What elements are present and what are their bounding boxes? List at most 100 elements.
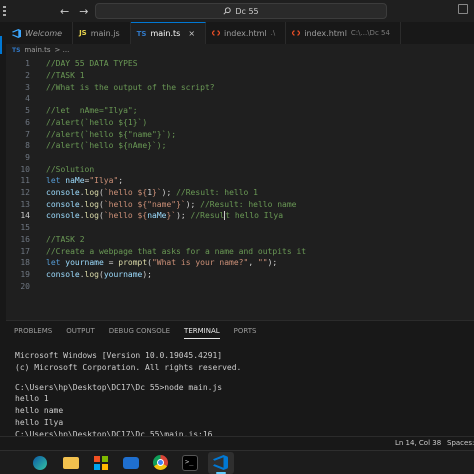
code-editor[interactable]: 1 //DAY 55 DATA TYPES 2 //TASK 1 3 //What is … [6, 56, 474, 320]
code-line[interactable]: 3 //What is the output of the script? [6, 81, 474, 93]
code-text: console.log(`hello ${naMe}`); //Result h… [46, 211, 283, 221]
terminal-line: hello 1 [15, 394, 49, 404]
code-text: console.log(`hello ${1}`); //Result: hel… [46, 188, 258, 197]
line-number: 8 [25, 141, 30, 151]
code-line[interactable]: 17 //Create a webpage that asks for a nam… [6, 245, 474, 257]
tab-problems[interactable]: PROBLEMS [14, 327, 52, 339]
tab-welcome[interactable]: Welcome [6, 22, 74, 44]
code-text: //What is the output of the script? [46, 83, 215, 92]
file-explorer-icon[interactable] [63, 457, 79, 469]
tab-terminal[interactable]: TERMINAL [184, 327, 220, 339]
tab-label: main.js [90, 28, 120, 38]
tab-main-js[interactable]: JS main.js [73, 22, 131, 44]
ts-file-icon: TS [136, 29, 147, 38]
code-token: log [84, 188, 99, 198]
code-token: naMe [147, 211, 167, 221]
menu-button[interactable] [0, 0, 46, 22]
status-bar: Ln 14, Col 38 Spaces: [0, 436, 474, 450]
tab-index-html-dc54[interactable]: index.html C:\...\Dc 54 [286, 22, 401, 44]
code-line[interactable]: 4 [6, 93, 474, 105]
code-text: //TASK 2 [46, 235, 85, 244]
menu-icon [3, 6, 6, 16]
code-token: }` [166, 211, 177, 221]
toggle-sidebar-icon[interactable] [458, 4, 468, 14]
html-file-icon [212, 30, 221, 36]
js-file-icon: JS [79, 29, 87, 37]
code-line[interactable]: 9 [6, 152, 474, 164]
code-line[interactable]: 15 [6, 222, 474, 234]
code-token: "Ilya" [89, 176, 119, 186]
tab-debug-console[interactable]: DEBUG CONSOLE [109, 327, 170, 339]
terminal-output[interactable]: Microsoft Windows [Version 10.0.19045.42… [15, 351, 241, 442]
code-line[interactable]: 5 //let nAme="Ilya"; [6, 105, 474, 117]
tab-label: main.ts [150, 29, 181, 38]
code-line[interactable]: 16 //TASK 2 [6, 234, 474, 246]
forward-arrow-icon[interactable]: → [79, 5, 88, 18]
vscode-icon [12, 28, 21, 38]
code-line[interactable]: 20 [6, 280, 474, 292]
code-line[interactable]: 14 console.log(`hello ${naMe}`); //Result… [6, 210, 474, 222]
code-line[interactable]: 11 let naMe="Ilya"; [6, 175, 474, 187]
tab-main-ts[interactable]: TS main.ts × [130, 22, 207, 44]
code-token: //Result: hello 1 [176, 188, 258, 198]
code-token: //TASK 1 [46, 71, 85, 81]
line-number: 2 [25, 71, 30, 81]
code-token: log [84, 199, 99, 209]
code-line[interactable]: 10 //Solution [6, 163, 474, 175]
code-token: ); [267, 258, 278, 268]
code-line[interactable]: 13 console.log(`hello ${"name"}`); //Resu… [6, 198, 474, 210]
line-number: 16 [20, 234, 30, 244]
line-number: 7 [25, 129, 30, 139]
code-token: log [84, 211, 99, 221]
code-line[interactable]: 12 console.log(`hello ${1}`); //Result: h… [6, 187, 474, 199]
tab-output[interactable]: OUTPUT [66, 327, 95, 339]
code-token: prompt [118, 258, 148, 268]
code-line[interactable]: 2 //TASK 1 [6, 70, 474, 82]
chrome-icon[interactable] [153, 455, 168, 470]
code-line[interactable]: 19 console.log(yourname); [6, 269, 474, 281]
vscode-taskbar-button[interactable] [208, 452, 234, 474]
code-text: console.log(`hello ${"name"}`); //Result… [46, 200, 297, 209]
line-number: 4 [25, 94, 30, 104]
code-text: //alert(`hello ${1}`) [46, 118, 147, 127]
cursor-position[interactable]: Ln 14, Col 38 [395, 439, 441, 447]
line-number: 13 [20, 199, 30, 209]
line-number: 14 [20, 211, 30, 221]
code-text: //alert(`hello ${nAme}`); [46, 141, 166, 150]
code-token: //Resul [190, 211, 225, 221]
code-line[interactable]: 6 //alert(`hello ${1}`) [6, 117, 474, 129]
breadcrumb-rest[interactable]: > ... [55, 46, 70, 54]
terminal-line: hello name [15, 406, 64, 416]
code-token: , [248, 258, 258, 268]
windows-taskbar [0, 450, 474, 474]
code-token: ); [185, 199, 201, 209]
line-number: 10 [20, 164, 30, 174]
command-prompt-icon[interactable] [182, 455, 198, 471]
tab-index-html[interactable]: index.html .\ [206, 22, 287, 44]
code-token: yourname [103, 269, 143, 279]
code-line[interactable]: 18 let yourname = prompt("What is your na… [6, 257, 474, 269]
line-number: 6 [25, 117, 30, 127]
microsoft-store-icon[interactable] [94, 456, 108, 470]
code-token: let [46, 258, 66, 268]
edge-browser-icon[interactable] [33, 456, 47, 470]
code-line[interactable]: 7 //alert(`hello ${"name"}`); [6, 128, 474, 140]
indentation-setting[interactable]: Spaces: [447, 439, 474, 447]
tab-ports[interactable]: PORTS [234, 327, 257, 339]
code-token: //What is the output of the script? [46, 82, 215, 92]
code-line[interactable]: 8 //alert(`hello ${nAme}`); [6, 140, 474, 152]
code-token: ); [161, 188, 177, 198]
code-line[interactable]: 1 //DAY 55 DATA TYPES [6, 58, 474, 70]
breadcrumb-file[interactable]: main.ts [24, 46, 50, 54]
close-icon[interactable]: × [188, 29, 195, 38]
code-token: `hello ${"name"}` [103, 199, 186, 209]
code-token: //alert(`hello ${nAme}`); [46, 141, 167, 151]
line-number: 18 [20, 258, 30, 268]
line-number: 9 [25, 152, 30, 162]
back-arrow-icon[interactable]: ← [60, 5, 69, 18]
code-token: //Result: hello name [200, 199, 297, 209]
code-token: yourname [65, 258, 104, 268]
mail-icon[interactable] [123, 457, 139, 469]
command-center-search[interactable]: Dc 55 [95, 3, 387, 19]
